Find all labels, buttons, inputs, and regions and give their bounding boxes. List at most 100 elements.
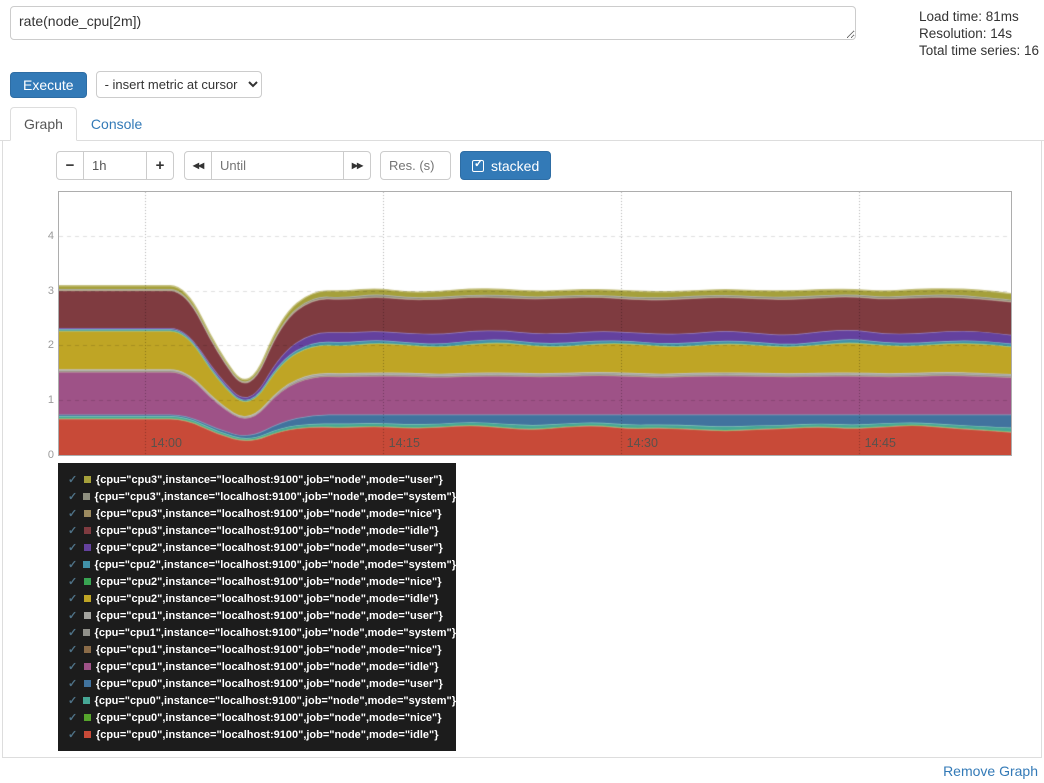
legend-item[interactable]: ✓ {cpu="cpu2",instance="localhost:9100",j…: [68, 539, 456, 556]
series-check-icon: ✓: [68, 524, 79, 537]
range-group: − +: [56, 151, 174, 180]
series-swatch: [84, 476, 91, 483]
x-tick-label: 14:45: [865, 436, 896, 450]
x-tick-label: 14:00: [151, 436, 182, 450]
series-check-icon: ✓: [68, 541, 79, 554]
forward-icon[interactable]: ▶▶: [343, 151, 371, 180]
legend-item[interactable]: ✓ {cpu="cpu1",instance="localhost:9100",j…: [68, 624, 456, 641]
series-check-icon: ✓: [68, 507, 79, 520]
series-label: {cpu="cpu2",instance="localhost:9100",jo…: [96, 576, 442, 588]
series-label: {cpu="cpu2",instance="localhost:9100",jo…: [96, 542, 443, 554]
check-icon: ✓: [472, 160, 484, 172]
resolution-input[interactable]: [380, 151, 451, 180]
y-tick-label: 3: [35, 285, 54, 297]
resolution: Resolution: 14s: [919, 25, 1036, 42]
legend-item[interactable]: ✓ {cpu="cpu2",instance="localhost:9100",j…: [68, 556, 456, 573]
legend: ✓ {cpu="cpu3",instance="localhost:9100",j…: [58, 463, 456, 751]
series-label: {cpu="cpu1",instance="localhost:9100",jo…: [95, 627, 456, 639]
legend-item[interactable]: ✓ {cpu="cpu1",instance="localhost:9100",j…: [68, 607, 456, 624]
chart-area: 0123414:0014:1514:3014:45: [58, 191, 1012, 456]
series-check-icon: ✓: [68, 592, 79, 605]
series-label: {cpu="cpu1",instance="localhost:9100",jo…: [96, 644, 442, 656]
series-swatch: [84, 595, 91, 602]
tab-console[interactable]: Console: [77, 107, 156, 141]
legend-item[interactable]: ✓ {cpu="cpu1",instance="localhost:9100",j…: [68, 641, 456, 658]
legend-item[interactable]: ✓ {cpu="cpu3",instance="localhost:9100",j…: [68, 471, 456, 488]
series-label: {cpu="cpu3",instance="localhost:9100",jo…: [96, 508, 442, 520]
y-tick-label: 2: [35, 339, 54, 351]
y-tick-label: 1: [35, 394, 54, 406]
series-check-icon: ✓: [68, 609, 79, 622]
execute-button[interactable]: Execute: [10, 72, 87, 98]
series-swatch: [84, 612, 91, 619]
legend-item[interactable]: ✓{cpu="cpu0",instance="localhost:9100",j…: [68, 709, 456, 726]
series-swatch: [84, 680, 91, 687]
series-check-icon: ✓: [68, 558, 78, 571]
series-label: {cpu="cpu1",instance="localhost:9100",jo…: [96, 661, 438, 673]
series-label: {cpu="cpu0",instance="localhost:9100",jo…: [96, 678, 443, 690]
y-tick-label: 4: [35, 230, 54, 242]
series-check-icon: ✓: [68, 728, 79, 741]
y-tick-label: 0: [35, 449, 54, 461]
series-label: {cpu="cpu3",instance="localhost:9100",jo…: [96, 474, 443, 486]
legend-item[interactable]: ✓ {cpu="cpu3",instance="localhost:9100",j…: [68, 505, 456, 522]
total-time-series: Total time series: 16: [919, 42, 1036, 59]
query-row: rate(node_cpu[2m]) Load time: 81ms Resol…: [0, 0, 1044, 59]
series-swatch: [84, 510, 91, 517]
series-check-icon: ✓: [68, 677, 79, 690]
query-stats: Load time: 81ms Resolution: 14s Total ti…: [856, 6, 1036, 59]
graph-panel: − + ◀◀ ▶▶ ✓ stacked 0 1 2 3 4 14:00 14:15 14:30…: [2, 141, 1042, 758]
series-label: {cpu="cpu0",instance="localhost:9100",jo…: [96, 729, 438, 741]
series-label: {cpu="cpu3",instance="localhost:9100",jo…: [96, 525, 438, 537]
range-decrease-button[interactable]: −: [56, 151, 84, 180]
series-swatch: [84, 527, 91, 534]
series-swatch: [83, 493, 90, 500]
series-swatch: [83, 629, 90, 636]
series-check-icon: ✓: [68, 660, 79, 673]
series-swatch: [83, 561, 90, 568]
rewind-icon[interactable]: ◀◀: [184, 151, 212, 180]
series-check-icon: ✓: [68, 694, 78, 707]
legend-item[interactable]: ✓ {cpu="cpu0",instance="localhost:9100",j…: [68, 692, 456, 709]
series-label: {cpu="cpu0",instance="localhost:9100",jo…: [95, 695, 456, 707]
footer: Remove Graph: [0, 758, 1044, 783]
time-group: ◀◀ ▶▶: [184, 151, 371, 180]
tab-graph[interactable]: Graph: [10, 107, 77, 141]
series-swatch: [84, 544, 91, 551]
chart-row: 0123414:0014:1514:3014:45: [58, 191, 1041, 456]
series-swatch: [84, 646, 91, 653]
legend-item[interactable]: ✓ {cpu="cpu0",instance="localhost:9100",j…: [68, 726, 456, 743]
tab-bar: Graph Console: [0, 98, 1044, 141]
stacked-toggle-button[interactable]: ✓ stacked: [460, 151, 551, 180]
series-check-icon: ✓: [68, 626, 78, 639]
x-tick-label: 14:30: [627, 436, 658, 450]
series-swatch: [83, 697, 90, 704]
legend-item[interactable]: ✓ {cpu="cpu1",instance="localhost:9100",j…: [68, 658, 456, 675]
legend-item[interactable]: ✓ {cpu="cpu2",instance="localhost:9100",j…: [68, 590, 456, 607]
stacked-label: stacked: [491, 158, 539, 174]
legend-item[interactable]: ✓{cpu="cpu2",instance="localhost:9100",j…: [68, 573, 456, 590]
series-label: {cpu="cpu2",instance="localhost:9100",jo…: [96, 593, 438, 605]
series-swatch: [84, 714, 91, 721]
series-check-icon: ✓: [68, 473, 79, 486]
range-increase-button[interactable]: +: [146, 151, 174, 180]
execute-row: Execute - insert metric at cursor -: [0, 59, 1044, 98]
series-label: {cpu="cpu0",instance="localhost:9100",jo…: [96, 712, 442, 724]
range-input[interactable]: [83, 151, 147, 180]
insert-metric-select[interactable]: - insert metric at cursor -: [96, 71, 262, 98]
series-label: {cpu="cpu1",instance="localhost:9100",jo…: [96, 610, 443, 622]
stacked-area-chart[interactable]: [59, 192, 1011, 455]
series-label: {cpu="cpu3",instance="localhost:9100",jo…: [95, 491, 456, 503]
remove-graph-link[interactable]: Remove Graph: [943, 763, 1038, 779]
series-label: {cpu="cpu2",instance="localhost:9100",jo…: [95, 559, 456, 571]
graph-controls: − + ◀◀ ▶▶ ✓ stacked: [56, 151, 1041, 180]
load-time: Load time: 81ms: [919, 8, 1036, 25]
legend-item[interactable]: ✓{cpu="cpu3",instance="localhost:9100",j…: [68, 488, 456, 505]
x-tick-label: 14:15: [389, 436, 420, 450]
legend-item[interactable]: ✓ {cpu="cpu3",instance="localhost:9100",j…: [68, 522, 456, 539]
until-input[interactable]: [211, 151, 344, 180]
series-check-icon: ✓: [68, 643, 79, 656]
query-input[interactable]: rate(node_cpu[2m]): [10, 6, 856, 40]
legend-item[interactable]: ✓ {cpu="cpu0",instance="localhost:9100",j…: [68, 675, 456, 692]
series-swatch: [84, 578, 91, 585]
